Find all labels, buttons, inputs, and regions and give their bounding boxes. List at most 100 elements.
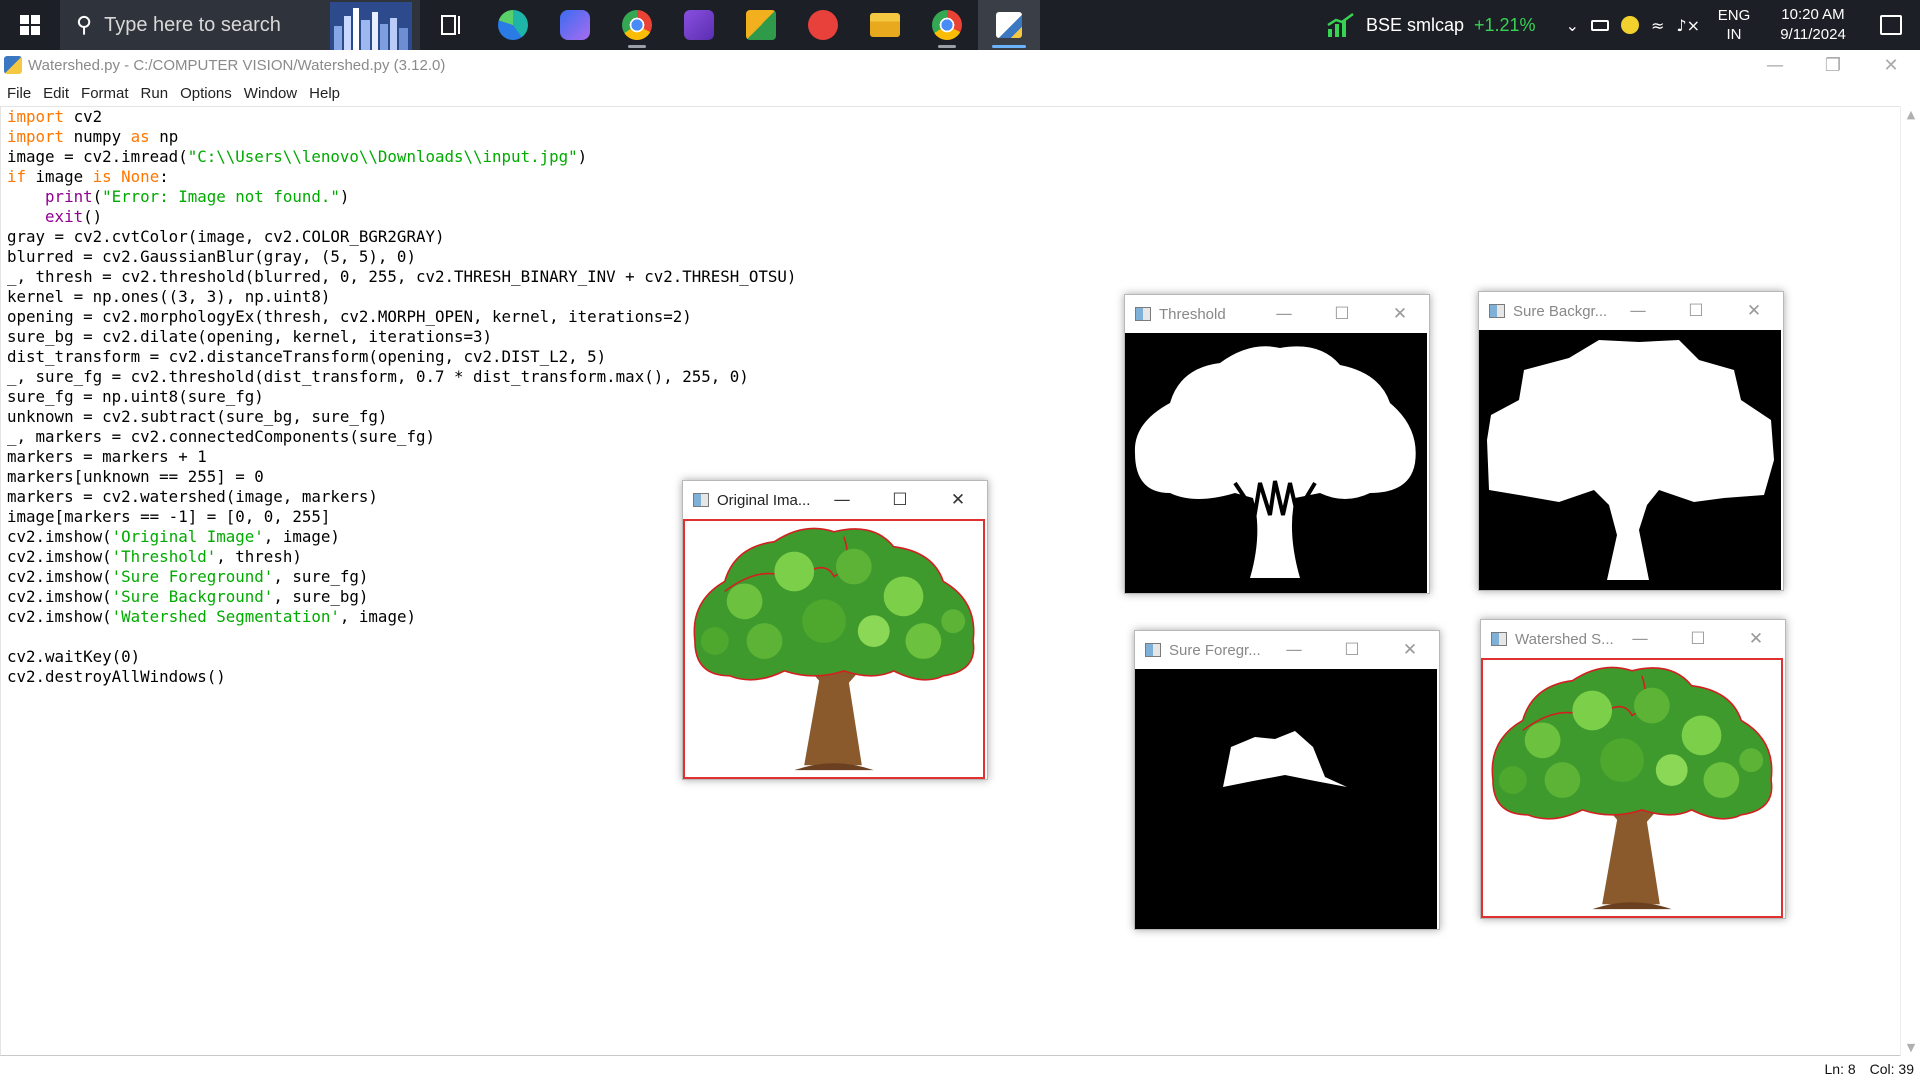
code-line[interactable]: exit() — [7, 207, 796, 227]
threshold-window[interactable]: Threshold — ☐ ✕ — [1124, 294, 1430, 594]
minimize-icon[interactable]: — — [1609, 292, 1667, 330]
code-line[interactable]: _, markers = cv2.connectedComponents(sur… — [7, 427, 796, 447]
maximize-icon[interactable]: ☐ — [871, 481, 929, 519]
vertical-scrollbar[interactable]: ▲ ▼ — [1900, 106, 1920, 1056]
visual-studio-button[interactable] — [668, 0, 730, 50]
speaker-muted-icon[interactable]: ♪× — [1676, 16, 1700, 35]
code-line[interactable]: import numpy as np — [7, 127, 796, 147]
close-icon[interactable]: ✕ — [1381, 631, 1439, 669]
sure-background-window[interactable]: Sure Backgr... — ☐ ✕ — [1478, 291, 1784, 591]
snipping-tool-button[interactable] — [730, 0, 792, 50]
close-icon[interactable]: ✕ — [929, 481, 987, 519]
code-line[interactable] — [7, 627, 796, 647]
close-icon[interactable]: ✕ — [1727, 620, 1785, 658]
code-token: cv2.imshow( — [7, 607, 112, 626]
file-explorer-button[interactable] — [854, 0, 916, 50]
close-icon[interactable]: ✕ — [1862, 50, 1920, 80]
code-line[interactable]: sure_fg = np.uint8(sure_fg) — [7, 387, 796, 407]
code-line[interactable]: dist_transform = cv2.distanceTransform(o… — [7, 347, 796, 367]
code-line[interactable]: gray = cv2.cvtColor(image, cv2.COLOR_BGR… — [7, 227, 796, 247]
opencv-window-icon — [1489, 304, 1505, 318]
menu-run[interactable]: Run — [141, 85, 169, 102]
scroll-up-icon[interactable]: ▲ — [1905, 108, 1917, 121]
maximize-icon[interactable]: ☐ — [1669, 620, 1727, 658]
stock-widget[interactable]: BSE smlcap +1.21% — [1326, 13, 1536, 37]
update-icon[interactable] — [1620, 16, 1639, 34]
code-line[interactable]: markers = markers + 1 — [7, 447, 796, 467]
code-line[interactable]: cv2.waitKey(0) — [7, 647, 796, 667]
edge-button[interactable] — [482, 0, 544, 50]
close-icon[interactable]: ✕ — [1371, 295, 1429, 333]
watershed-title: Watershed S... — [1515, 630, 1614, 648]
close-icon[interactable]: ✕ — [1725, 292, 1783, 330]
code-token: _, sure_fg = cv2.threshold(dist_transfor… — [7, 367, 749, 386]
menu-file[interactable]: File — [7, 85, 31, 102]
task-view-button[interactable] — [420, 0, 482, 50]
code-line[interactable]: unknown = cv2.subtract(sure_bg, sure_fg) — [7, 407, 796, 427]
menu-edit[interactable]: Edit — [43, 85, 69, 102]
minimize-icon[interactable]: — — [1611, 620, 1669, 658]
code-line[interactable]: cv2.imshow('Watershed Segmentation', ima… — [7, 607, 796, 627]
code-line[interactable]: sure_bg = cv2.dilate(opening, kernel, it… — [7, 327, 796, 347]
sure-background-title-bar[interactable]: Sure Backgr... — ☐ ✕ — [1479, 292, 1783, 330]
code-line[interactable]: cv2.destroyAllWindows() — [7, 667, 796, 687]
maximize-icon[interactable]: ☐ — [1323, 631, 1381, 669]
code-line[interactable]: _, sure_fg = cv2.threshold(dist_transfor… — [7, 367, 796, 387]
original-image-title-bar[interactable]: Original Ima... — ☐ ✕ — [683, 481, 987, 519]
opencv-window-icon — [1145, 643, 1161, 657]
code-line[interactable]: markers = cv2.watershed(image, markers) — [7, 487, 796, 507]
clock[interactable]: 10:20 AM 9/11/2024 — [1768, 5, 1858, 45]
code-line[interactable]: _, thresh = cv2.threshold(blurred, 0, 25… — [7, 267, 796, 287]
restore-icon[interactable]: ❐ — [1804, 50, 1862, 80]
sure-foreground-title-bar[interactable]: Sure Foregr... — ☐ ✕ — [1135, 631, 1439, 669]
code-line[interactable]: blurred = cv2.GaussianBlur(gray, (5, 5),… — [7, 247, 796, 267]
code-token: if — [7, 167, 27, 186]
code-line[interactable]: kernel = np.ones((3, 3), np.uint8) — [7, 287, 796, 307]
media-player-button[interactable] — [544, 0, 606, 50]
chrome-profile-button[interactable] — [916, 0, 978, 50]
menu-options[interactable]: Options — [180, 85, 232, 102]
code-line[interactable]: cv2.imshow('Original Image', image) — [7, 527, 796, 547]
minimize-icon[interactable]: — — [1746, 50, 1804, 80]
menu-help[interactable]: Help — [309, 85, 340, 102]
code-line[interactable]: if image is None: — [7, 167, 796, 187]
code-line[interactable]: print("Error: Image not found.") — [7, 187, 796, 207]
code-line[interactable]: markers[unknown == 255] = 0 — [7, 467, 796, 487]
menu-format[interactable]: Format — [81, 85, 129, 102]
threshold-title-bar[interactable]: Threshold — ☐ ✕ — [1125, 295, 1429, 333]
watershed-window[interactable]: Watershed S... — ☐ ✕ — [1480, 619, 1786, 919]
original-image-window[interactable]: Original Ima... — ☐ ✕ — [682, 480, 988, 780]
scroll-down-icon[interactable]: ▼ — [1905, 1041, 1917, 1054]
language-indicator[interactable]: ENG IN — [1714, 6, 1754, 44]
minimize-icon[interactable]: — — [1255, 295, 1313, 333]
code-text[interactable]: import cv2 import numpy as np image = cv2.… — [7, 107, 796, 687]
maximize-icon[interactable]: ☐ — [1313, 295, 1371, 333]
minimize-icon[interactable]: — — [813, 481, 871, 519]
menu-window[interactable]: Window — [244, 85, 297, 102]
minimize-icon[interactable]: — — [1265, 631, 1323, 669]
chevron-up-icon[interactable]: ⌄ — [1566, 16, 1579, 35]
notification-icon[interactable] — [1880, 15, 1902, 35]
code-line[interactable]: cv2.imshow('Threshold', thresh) — [7, 547, 796, 567]
code-line[interactable]: image[markers == -1] = [0, 0, 255] — [7, 507, 796, 527]
idle-button[interactable] — [978, 0, 1040, 50]
threshold-image — [1125, 333, 1427, 593]
battery-icon[interactable] — [1590, 19, 1609, 31]
code-line[interactable]: cv2.imshow('Sure Foreground', sure_fg) — [7, 567, 796, 587]
chrome-button[interactable] — [606, 0, 668, 50]
code-line[interactable]: opening = cv2.morphologyEx(thresh, cv2.M… — [7, 307, 796, 327]
status-column: Col: 39 — [1869, 1060, 1914, 1077]
sure-foreground-window[interactable]: Sure Foregr... — ☐ ✕ — [1134, 630, 1440, 930]
code-token: , image) — [339, 607, 416, 626]
start-button[interactable] — [0, 0, 60, 50]
code-line[interactable]: cv2.imshow('Sure Background', sure_bg) — [7, 587, 796, 607]
wifi-icon[interactable]: ≈ — [1651, 16, 1664, 35]
code-line[interactable]: import cv2 — [7, 107, 796, 127]
watershed-title-bar[interactable]: Watershed S... — ☐ ✕ — [1481, 620, 1785, 658]
code-line[interactable]: image = cv2.imread("C:\\Users\\lenovo\\D… — [7, 147, 796, 167]
code-token: () — [83, 207, 103, 226]
opencv-window-icon — [1491, 632, 1507, 646]
taskbar-search[interactable]: ⚲ Type here to search — [60, 0, 420, 50]
wps-office-button[interactable] — [792, 0, 854, 50]
maximize-icon[interactable]: ☐ — [1667, 292, 1725, 330]
